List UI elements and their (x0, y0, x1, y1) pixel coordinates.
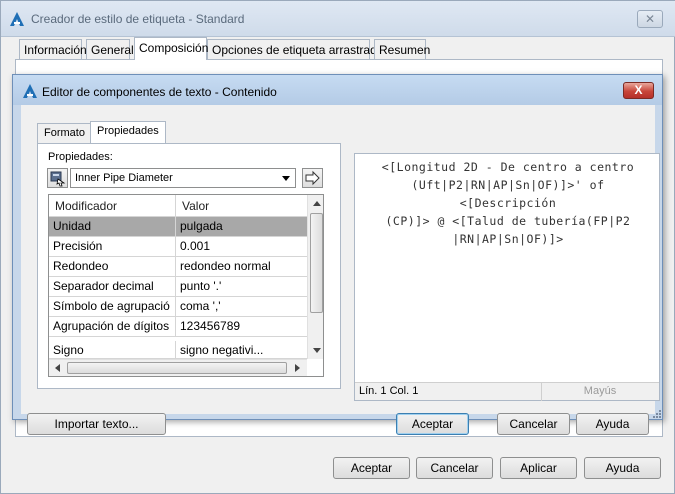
scroll-left-icon[interactable] (55, 364, 60, 372)
text-component-editor-dialog: Editor de componentes de texto - Conteni… (12, 74, 663, 435)
dialog-body: Formato Propiedades Propiedades: Inner P… (21, 105, 660, 435)
text-editor[interactable]: <[Longitud 2D - De centro a centro (Uft|… (354, 153, 660, 401)
property-dropdown[interactable]: Inner Pipe Diameter (70, 168, 296, 188)
grid-row[interactable]: Agrupación de dígitos 123456789 (49, 317, 307, 337)
tab-formato[interactable]: Formato (37, 123, 92, 143)
horizontal-scroll-thumb[interactable] (67, 362, 287, 374)
insert-property-button[interactable] (302, 168, 323, 188)
editor-line: <[Longitud 2D - De centro a centro (381, 160, 635, 174)
dialog-cancel-button[interactable]: Cancelar (497, 413, 570, 435)
grid-row[interactable]: Unidad pulgada (49, 217, 307, 237)
grid-row[interactable]: Redondeo redondeo normal (49, 257, 307, 277)
modifier-cell: Unidad (49, 217, 176, 237)
editor-line: (CP)]> @ <[Talud de tubería(FP|P2 (385, 214, 631, 228)
tab-informacion[interactable]: Información (19, 39, 87, 59)
resize-grip-icon[interactable] (651, 407, 661, 418)
grid-vertical-scrollbar[interactable] (307, 195, 323, 359)
tab-resumen[interactable]: Resumen (374, 39, 430, 59)
editor-line: |RN|AP|Sn|OF)]> (452, 232, 564, 246)
outer-window-title: Creador de estilo de etiqueta - Standard (31, 12, 245, 26)
scroll-right-icon[interactable] (295, 364, 300, 372)
property-dropdown-value: Inner Pipe Diameter (75, 172, 173, 184)
value-cell[interactable]: punto '.' (176, 277, 307, 297)
cursor-position: Lín. 1 Col. 1 (359, 385, 419, 397)
property-picker-icon (48, 171, 67, 190)
chevron-down-icon (282, 176, 290, 181)
tab-general[interactable]: General (86, 39, 134, 59)
import-text-button[interactable]: Importar texto... (27, 413, 166, 435)
dialog-app-icon (22, 83, 38, 99)
modifier-cell: Signo (49, 341, 176, 358)
grid-header: Modificador Valor (49, 195, 307, 217)
tab-composicion[interactable]: Composición (134, 37, 208, 60)
caps-lock-indicator: Mayús (583, 385, 617, 397)
value-cell[interactable]: 0.001 (176, 237, 307, 257)
editor-line: (Uft|P2|RN|AP|Sn|OF)]>' of <[Descripción (411, 178, 605, 210)
properties-tab-panel: Propiedades: Inner Pipe Diameter Modific… (37, 143, 341, 389)
app-icon (9, 11, 25, 27)
dialog-close-button[interactable]: X (623, 82, 654, 99)
grid-row[interactable]: Separador decimal punto '.' (49, 277, 307, 297)
value-cell[interactable]: signo negativi... (176, 341, 307, 358)
modifier-cell: Separador decimal (49, 277, 176, 297)
value-cell[interactable]: coma ',' (176, 297, 307, 317)
arrow-right-icon (303, 170, 322, 190)
editor-status-bar: Lín. 1 Col. 1 Mayús (355, 382, 659, 401)
modifier-cell: Redondeo (49, 257, 176, 277)
header-value[interactable]: Valor (176, 195, 307, 217)
modifier-grid: Modificador Valor Unidad pulgada Precisi… (48, 194, 324, 377)
dialog-accept-button[interactable]: Aceptar (396, 413, 469, 435)
grid-row[interactable]: Signo signo negativi... (49, 337, 307, 359)
header-modifier[interactable]: Modificador (49, 195, 176, 217)
editor-content[interactable]: <[Longitud 2D - De centro a centro (Uft|… (361, 158, 655, 248)
outer-close-button[interactable]: ✕ (637, 10, 663, 28)
scroll-up-icon[interactable] (313, 201, 321, 206)
tab-opciones-etiqueta-arrastrada[interactable]: Opciones de etiqueta arrastrada (207, 39, 383, 59)
properties-label: Propiedades: (48, 151, 113, 163)
tab-propiedades[interactable]: Propiedades (90, 121, 166, 143)
grid-row[interactable]: Precisión 0.001 (49, 237, 307, 257)
value-cell[interactable]: pulgada (176, 217, 307, 237)
dialog-title-bar: Editor de componentes de texto - Conteni… (13, 75, 662, 105)
outer-apply-button[interactable]: Aplicar (500, 457, 577, 479)
value-cell[interactable]: redondeo normal (176, 257, 307, 277)
dialog-title: Editor de componentes de texto - Conteni… (42, 85, 277, 99)
outer-accept-button[interactable]: Aceptar (333, 457, 410, 479)
scroll-down-icon[interactable] (313, 348, 321, 353)
outer-cancel-button[interactable]: Cancelar (416, 457, 493, 479)
outer-title-bar: Creador de estilo de etiqueta - Standard… (1, 1, 675, 37)
vertical-scroll-thumb[interactable] (310, 213, 323, 313)
property-picker-button[interactable] (47, 168, 68, 188)
value-cell[interactable]: 123456789 (176, 317, 307, 337)
grid-horizontal-scrollbar[interactable] (49, 359, 307, 376)
outer-help-button[interactable]: Ayuda (584, 457, 661, 479)
modifier-cell: Símbolo de agrupació (49, 297, 176, 317)
grid-row[interactable]: Símbolo de agrupació coma ',' (49, 297, 307, 317)
modifier-cell: Agrupación de dígitos (49, 317, 176, 337)
dialog-help-button[interactable]: Ayuda (576, 413, 649, 435)
modifier-cell: Precisión (49, 237, 176, 257)
